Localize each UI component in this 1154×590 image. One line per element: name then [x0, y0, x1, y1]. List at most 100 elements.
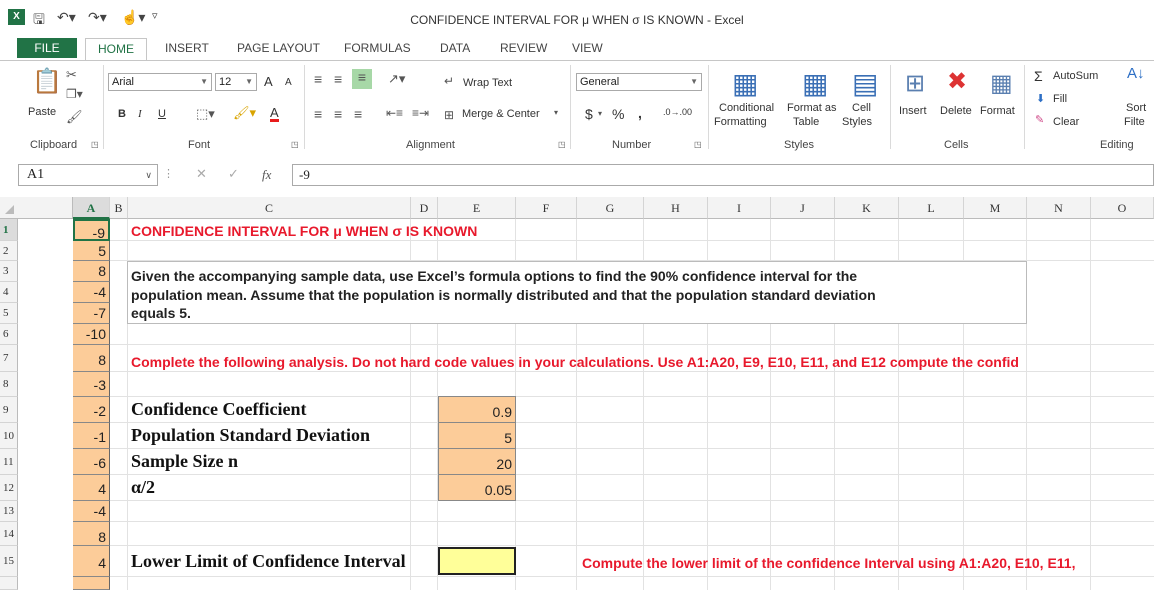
percent-button[interactable]: % [612, 106, 624, 122]
column-header-c[interactable]: C [128, 197, 411, 219]
align-middle-icon[interactable]: ≡ [334, 71, 342, 87]
insert-button[interactable]: Insert [899, 105, 927, 117]
wrap-text-button[interactable]: Wrap Text [463, 77, 512, 89]
column-header-h[interactable]: H [644, 197, 708, 219]
paste-icon[interactable]: 📋 [32, 67, 62, 96]
delete-button[interactable]: Delete [940, 105, 972, 117]
bold-button[interactable]: B [118, 108, 126, 120]
sort-filter-icon[interactable]: A↓ [1127, 65, 1145, 82]
column-header-o[interactable]: O [1091, 197, 1154, 219]
italic-button[interactable]: I [138, 108, 142, 120]
decrease-indent-icon[interactable]: ⇤≡ [386, 106, 403, 120]
insert-function-button[interactable]: fx [262, 167, 271, 183]
clear-button[interactable]: Clear [1053, 116, 1079, 128]
cell-a1[interactable]: -9 [73, 219, 110, 241]
column-header-g[interactable]: G [577, 197, 644, 219]
cell-a5[interactable]: -7 [73, 303, 110, 324]
cell-a16[interactable] [73, 577, 110, 590]
cell-a13[interactable]: -4 [73, 501, 110, 522]
orientation-icon[interactable]: ↗▾ [388, 71, 405, 87]
column-header-d[interactable]: D [411, 197, 438, 219]
cell-styles-button[interactable]: Cell [852, 102, 871, 114]
row-header[interactable]: 9 [0, 397, 18, 423]
fill-button[interactable]: Fill [1053, 93, 1067, 105]
worksheet-grid[interactable]: A B C D E F G H I J K L M N O 1 2 3 4 5 … [0, 197, 1154, 590]
sort-filter-button[interactable]: Sort [1126, 102, 1146, 114]
delete-cells-icon[interactable]: ✖ [947, 67, 967, 96]
dialog-launcher-icon[interactable]: ◳ [291, 140, 299, 149]
select-all-button[interactable] [0, 197, 73, 219]
cell-a8[interactable]: -3 [73, 372, 110, 397]
tab-insert[interactable]: INSERT [165, 41, 209, 55]
dialog-launcher-icon[interactable]: ◳ [558, 140, 566, 149]
shrink-font-button[interactable]: A [285, 77, 292, 88]
row-header[interactable]: 1 [0, 219, 18, 241]
conditional-formatting-button[interactable]: Conditional [719, 102, 774, 114]
tab-home[interactable]: HOME [85, 38, 147, 60]
autosum-button[interactable]: AutoSum [1053, 70, 1098, 82]
cell-a14[interactable]: 8 [73, 522, 110, 546]
tab-data[interactable]: DATA [440, 41, 470, 55]
format-as-table-button[interactable]: Format as [787, 102, 837, 114]
row-header[interactable]: 12 [0, 475, 18, 501]
row-header[interactable]: 7 [0, 345, 18, 372]
row-header[interactable]: 3 [0, 261, 18, 282]
number-format-combo[interactable]: General ▼ [576, 73, 702, 91]
row-header[interactable]: 6 [0, 324, 18, 345]
paste-button[interactable]: Paste [28, 106, 56, 118]
cell-a15[interactable]: 4 [73, 546, 110, 577]
cell-e12[interactable]: 0.05 [438, 474, 516, 501]
font-color-button[interactable]: A [270, 106, 279, 122]
format-as-table-icon[interactable]: ▦ [802, 67, 828, 100]
row-header[interactable]: 4 [0, 282, 18, 303]
dialog-launcher-icon[interactable]: ◳ [694, 140, 702, 149]
row-header[interactable]: 10 [0, 423, 18, 449]
fill-color-icon[interactable]: 🖌▾ [233, 105, 256, 121]
cell-e11[interactable]: 20 [438, 448, 516, 475]
grow-font-button[interactable]: A [264, 74, 273, 89]
copy-icon[interactable]: ❐▾ [66, 87, 83, 101]
insert-cells-icon[interactable]: ⊞ [905, 69, 925, 98]
cancel-icon[interactable]: ✕ [196, 166, 207, 182]
tab-formulas[interactable]: FORMULAS [344, 41, 411, 55]
row-header[interactable] [0, 577, 18, 590]
cell-a12[interactable]: 4 [73, 475, 110, 501]
cell-a2[interactable]: 5 [73, 241, 110, 261]
row-header[interactable]: 11 [0, 449, 18, 475]
column-header-a[interactable]: A [73, 197, 110, 219]
enter-icon[interactable]: ✓ [228, 166, 239, 182]
conditional-formatting-icon[interactable]: ▦ [732, 67, 758, 100]
cell-a9[interactable]: -2 [73, 397, 110, 423]
column-header-m[interactable]: M [964, 197, 1027, 219]
row-header[interactable]: 8 [0, 372, 18, 397]
cell-a10[interactable]: -1 [73, 423, 110, 449]
font-size-combo[interactable]: 12 ▼ [215, 73, 257, 91]
currency-button[interactable]: $ [585, 106, 593, 122]
column-header-j[interactable]: J [771, 197, 835, 219]
align-top-icon[interactable]: ≡ [314, 71, 322, 87]
name-box[interactable]: A1 ∨ [18, 164, 158, 186]
align-center-icon[interactable]: ≡ [334, 106, 342, 122]
increase-decimal-button[interactable]: .0→.00 [663, 107, 692, 117]
cut-icon[interactable]: ✂ [66, 67, 77, 83]
tab-file[interactable]: FILE [17, 38, 77, 58]
cell-styles-icon[interactable]: ▤ [852, 67, 878, 100]
chevron-down-icon[interactable]: ▾ [554, 108, 558, 117]
column-header-i[interactable]: I [708, 197, 771, 219]
row-header[interactable]: 13 [0, 501, 18, 522]
column-header-k[interactable]: K [835, 197, 899, 219]
format-button[interactable]: Format [980, 105, 1015, 117]
row-header[interactable]: 5 [0, 303, 18, 324]
cell-a3[interactable]: 8 [73, 261, 110, 282]
align-right-icon[interactable]: ≡ [354, 106, 362, 122]
cell-e9[interactable]: 0.9 [438, 396, 516, 423]
cell-a4[interactable]: -4 [73, 282, 110, 303]
cell-a7[interactable]: 8 [73, 345, 110, 372]
row-header[interactable]: 14 [0, 522, 18, 546]
dialog-launcher-icon[interactable]: ◳ [91, 140, 99, 149]
borders-icon[interactable]: ⬚▾ [196, 106, 215, 122]
column-header-e[interactable]: E [438, 197, 516, 219]
column-header-n[interactable]: N [1027, 197, 1091, 219]
formula-input[interactable]: -9 [292, 164, 1154, 186]
align-bottom-icon[interactable]: ≡ [352, 69, 372, 89]
